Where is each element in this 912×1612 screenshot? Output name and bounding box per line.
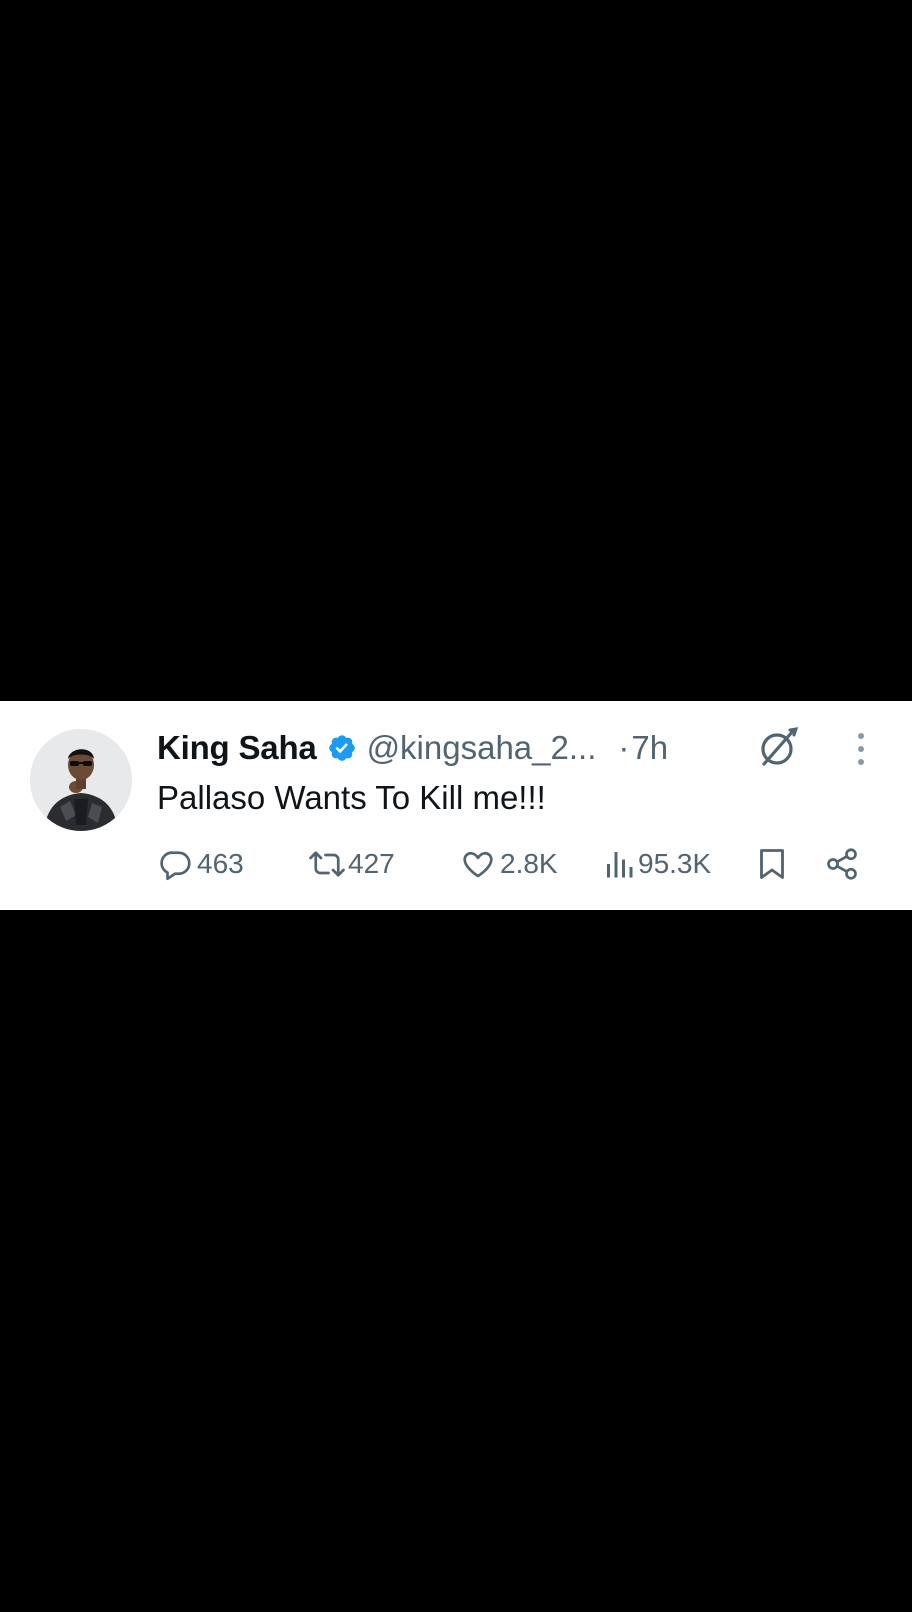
reply-icon: [157, 846, 193, 882]
reply-button[interactable]: 463: [157, 841, 244, 887]
tweet-timestamp[interactable]: 7h: [631, 729, 668, 767]
tweet-card[interactable]: King Saha @kingsaha_2... · 7h Pallaso Wa…: [0, 701, 912, 910]
tweet-header: King Saha @kingsaha_2... · 7h: [157, 725, 668, 771]
views-icon: [604, 846, 634, 882]
share-button[interactable]: [824, 841, 860, 887]
bookmark-button[interactable]: [756, 841, 788, 887]
like-button[interactable]: 2.8K: [460, 841, 558, 887]
repost-button[interactable]: 427: [306, 841, 395, 887]
view-count: 95.3K: [638, 848, 712, 879]
avatar-image: [30, 729, 132, 831]
repost-count: 427: [348, 848, 395, 879]
bookmark-icon: [756, 846, 788, 882]
display-name[interactable]: King Saha: [157, 729, 317, 767]
screen: King Saha @kingsaha_2... · 7h Pallaso Wa…: [0, 0, 912, 1612]
avatar[interactable]: [30, 729, 132, 831]
tweet-text: Pallaso Wants To Kill me!!!: [157, 779, 546, 816]
user-handle[interactable]: @kingsaha_2...: [367, 729, 597, 767]
separator-dot: ·: [618, 729, 630, 766]
views-button[interactable]: 95.3K: [604, 841, 711, 887]
repost-icon: [306, 846, 348, 882]
like-count: 2.8K: [500, 848, 558, 879]
grok-icon[interactable]: [754, 725, 800, 771]
share-icon: [824, 846, 860, 882]
more-vertical-icon[interactable]: [850, 729, 872, 769]
reply-count: 463: [197, 848, 244, 879]
verified-badge-icon: [327, 733, 357, 763]
heart-icon: [460, 846, 496, 882]
tweet-actions: 463 427 2.8K 95.3K: [0, 841, 912, 887]
